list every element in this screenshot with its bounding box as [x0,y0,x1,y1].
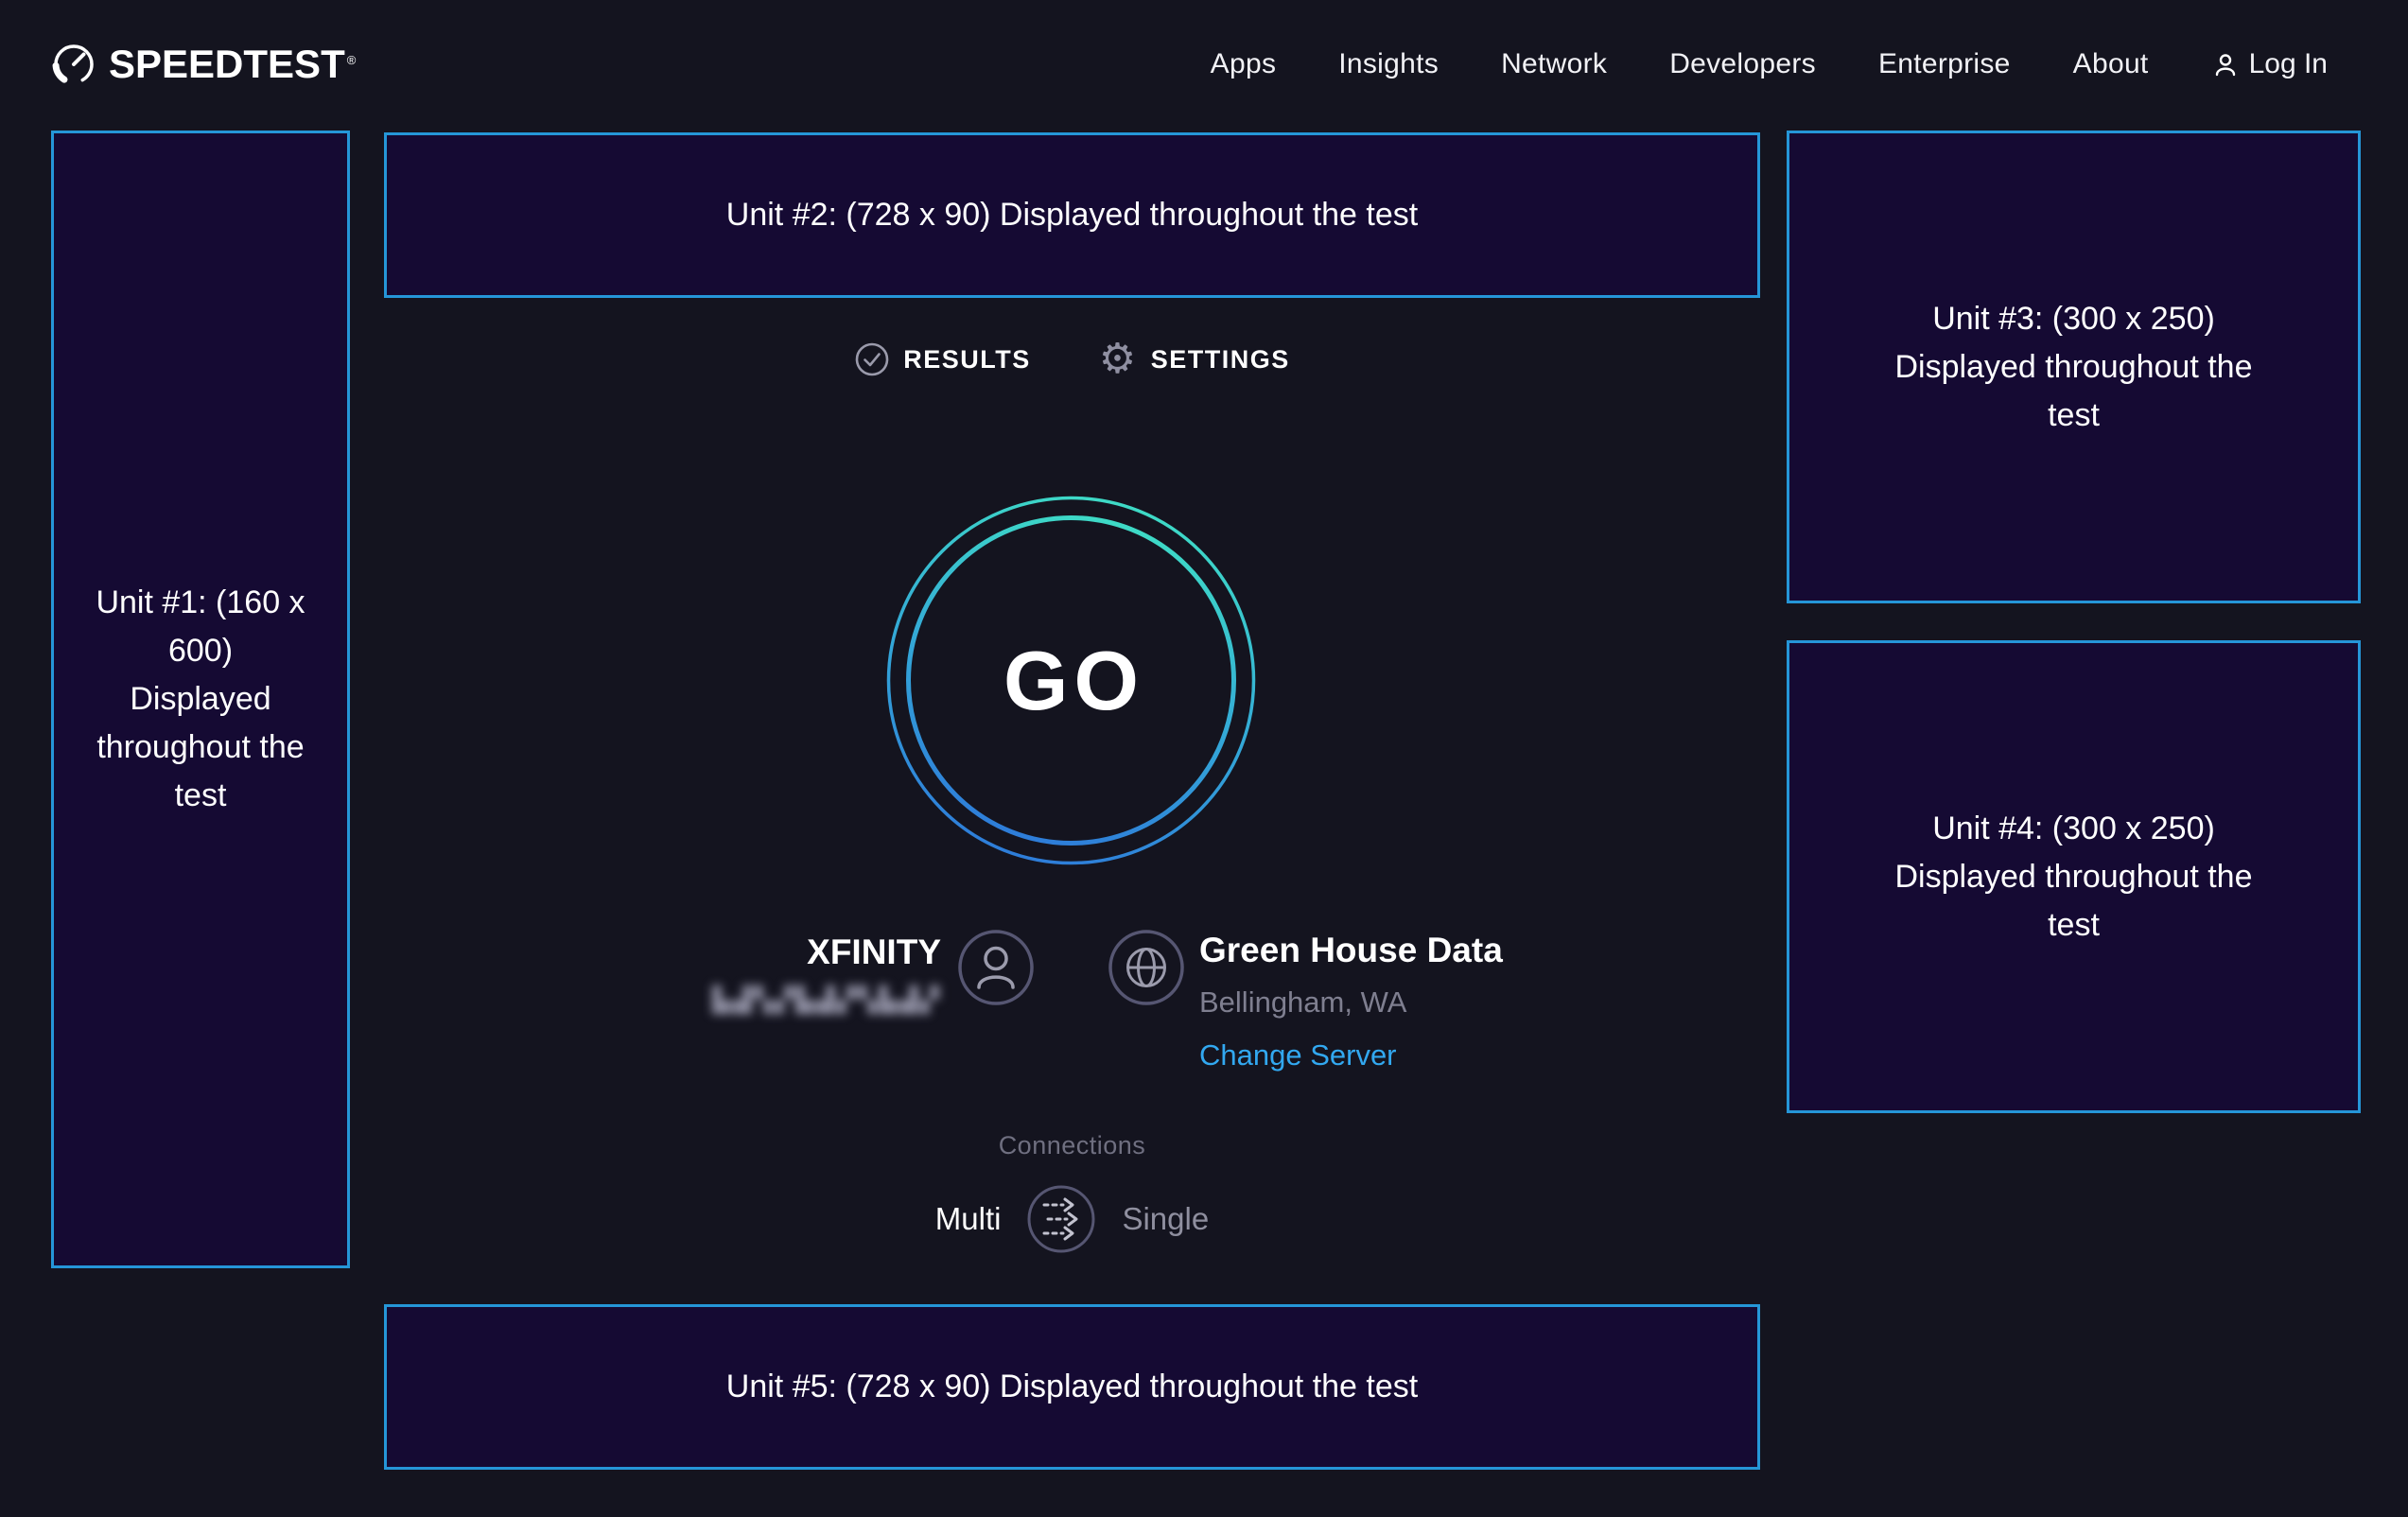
logo-text: SPEEDTEST [109,42,345,86]
ad-unit-1: Unit #1: (160 x 600) Displayed throughou… [51,131,350,1268]
tab-settings-label: SETTINGS [1151,345,1290,375]
gear-icon: ⚙ [1099,339,1138,380]
connections-toggle-button[interactable] [1025,1183,1097,1255]
nav-item-enterprise[interactable]: Enterprise [1878,48,2011,80]
speedtest-page: SPEEDTEST® Apps Insights Network Develop… [0,0,2408,1517]
ad-unit-5: Unit #5: (728 x 90) Displayed throughout… [384,1304,1760,1470]
nav-item-about[interactable]: About [2073,48,2149,80]
gauge-icon [52,43,96,86]
go-button-label: GO [884,494,1258,867]
connections-label: Connections [384,1131,1760,1160]
multi-connection-arrows-icon [1025,1183,1097,1255]
server-globe-icon [1108,929,1185,1006]
nav-item-network[interactable]: Network [1501,48,1607,80]
nav-item-apps[interactable]: Apps [1211,48,1277,80]
ad-unit-3-label: Unit #3: (300 x 250) Displayed throughou… [1876,295,2271,440]
speedtest-logo[interactable]: SPEEDTEST® [52,43,356,86]
connections-multi-option[interactable]: Multi [935,1201,1002,1237]
ad-unit-2-label: Unit #2: (728 x 90) Displayed throughout… [726,191,1418,239]
check-circle-icon [854,341,890,377]
go-button[interactable]: GO [884,494,1258,867]
tab-results[interactable]: RESULTS [854,341,1031,377]
ad-unit-5-label: Unit #5: (728 x 90) Displayed throughout… [726,1363,1418,1411]
isp-block: XFINITY ▙▟▚▞▙▟▞▚▙▟▞ [384,933,941,1015]
server-location: Bellingham, WA [1199,985,1503,1020]
tab-results-label: RESULTS [903,345,1031,375]
ad-unit-2: Unit #2: (728 x 90) Displayed throughout… [384,132,1760,298]
ad-unit-3: Unit #3: (300 x 250) Displayed throughou… [1787,131,2361,603]
isp-user-icon [957,929,1035,1006]
connections-section: Connections Multi Single [384,1131,1760,1255]
server-name: Green House Data [1199,931,1503,970]
connections-single-option[interactable]: Single [1122,1201,1209,1237]
connection-info: XFINITY ▙▟▚▞▙▟▞▚▙▟▞ Green House Data Bel… [384,927,1760,1097]
nav-item-developers[interactable]: Developers [1669,48,1816,80]
nav-item-insights[interactable]: Insights [1338,48,1439,80]
logo-trademark: ® [347,53,357,67]
connections-toggle-row: Multi Single [384,1183,1760,1255]
top-nav-bar: SPEEDTEST® Apps Insights Network Develop… [0,0,2408,129]
server-block: Green House Data Bellingham, WA Change S… [1199,931,1503,1072]
change-server-link[interactable]: Change Server [1199,1038,1397,1072]
tab-bar: RESULTS ⚙ SETTINGS [384,339,1760,380]
user-icon [2211,50,2240,78]
main-nav: Apps Insights Network Developers Enterpr… [1211,48,2328,80]
login-button[interactable]: Log In [2211,48,2328,80]
isp-name[interactable]: XFINITY [384,933,941,972]
ip-address-redacted: ▙▟▚▞▙▟▞▚▙▟▞ [384,985,941,1015]
ad-unit-1-label: Unit #1: (160 x 600) Displayed throughou… [96,579,305,820]
ad-unit-4-label: Unit #4: (300 x 250) Displayed throughou… [1876,805,2271,950]
ad-unit-4: Unit #4: (300 x 250) Displayed throughou… [1787,640,2361,1113]
login-label: Log In [2249,48,2328,80]
tab-settings[interactable]: ⚙ SETTINGS [1099,339,1290,380]
